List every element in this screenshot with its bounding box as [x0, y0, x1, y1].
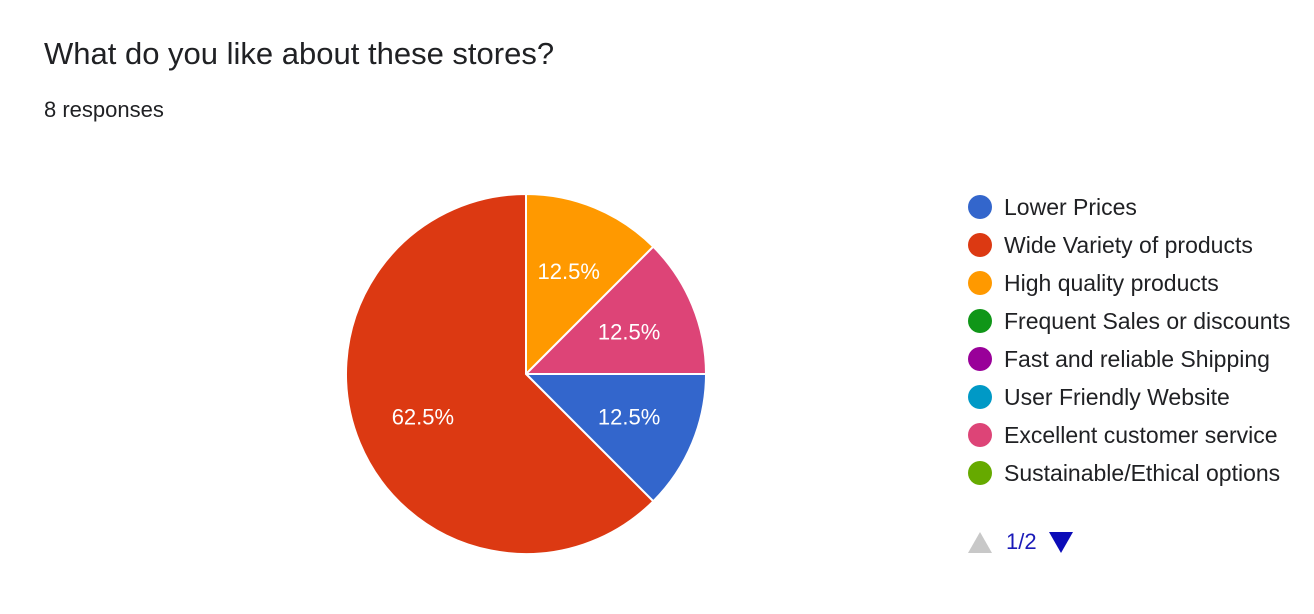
- legend-pager: 1/2: [968, 526, 1073, 558]
- slice-label: 12.5%: [598, 405, 660, 430]
- legend-dot-icon: [968, 195, 992, 219]
- legend-item: Wide Variety of products: [968, 226, 1312, 264]
- legend-item: High quality products: [968, 264, 1312, 302]
- legend-item: Excellent customer service: [968, 416, 1312, 454]
- legend-dot-icon: [968, 385, 992, 409]
- legend-label: Excellent customer service: [1004, 421, 1278, 448]
- legend-item: Sustainable/Ethical options: [968, 454, 1312, 492]
- legend-label: Fast and reliable Shipping: [1004, 345, 1270, 372]
- legend-item: Frequent Sales or discounts: [968, 302, 1312, 340]
- legend-label: Wide Variety of products: [1004, 231, 1253, 258]
- legend-dot-icon: [968, 233, 992, 257]
- slice-label: 62.5%: [392, 405, 454, 430]
- slice-label: 12.5%: [538, 259, 600, 284]
- slice-label: 12.5%: [598, 319, 660, 344]
- legend-label: Lower Prices: [1004, 193, 1137, 220]
- legend-dot-icon: [968, 423, 992, 447]
- legend-label: High quality products: [1004, 269, 1219, 296]
- legend-label: Frequent Sales or discounts: [1004, 307, 1291, 334]
- legend-item: Lower Prices: [968, 188, 1312, 226]
- legend-label: User Friendly Website: [1004, 383, 1230, 410]
- legend-item: User Friendly Website: [968, 378, 1312, 416]
- legend-dot-icon: [968, 461, 992, 485]
- legend-dot-icon: [968, 309, 992, 333]
- triangle-up-icon[interactable]: [968, 531, 992, 553]
- legend-label: Sustainable/Ethical options: [1004, 459, 1281, 486]
- legend-item: Fast and reliable Shipping: [968, 340, 1312, 378]
- legend-dot-icon: [968, 347, 992, 371]
- chart-legend: Lower Prices Wide Variety of products Hi…: [968, 188, 1312, 492]
- pager-page-indicator: 1/2: [1006, 529, 1037, 554]
- legend-dot-icon: [968, 271, 992, 295]
- triangle-down-icon[interactable]: [1048, 531, 1073, 553]
